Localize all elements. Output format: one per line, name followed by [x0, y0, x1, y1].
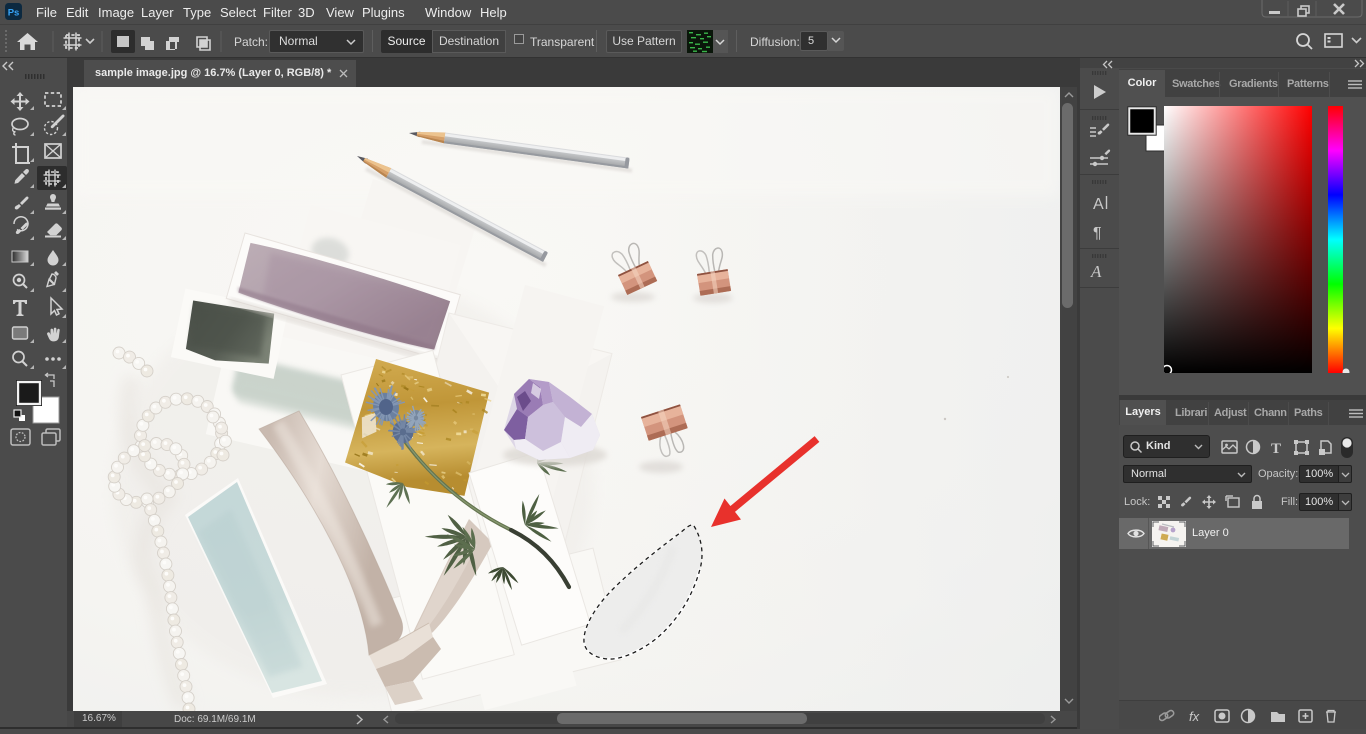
svg-text:¶: ¶	[1093, 225, 1102, 242]
svg-text:T: T	[1271, 441, 1281, 457]
svg-text:A: A	[1093, 196, 1104, 213]
svg-text:Ps: Ps	[8, 8, 20, 19]
svg-text:A: A	[1090, 262, 1102, 281]
svg-text:fx: fx	[1189, 709, 1200, 724]
